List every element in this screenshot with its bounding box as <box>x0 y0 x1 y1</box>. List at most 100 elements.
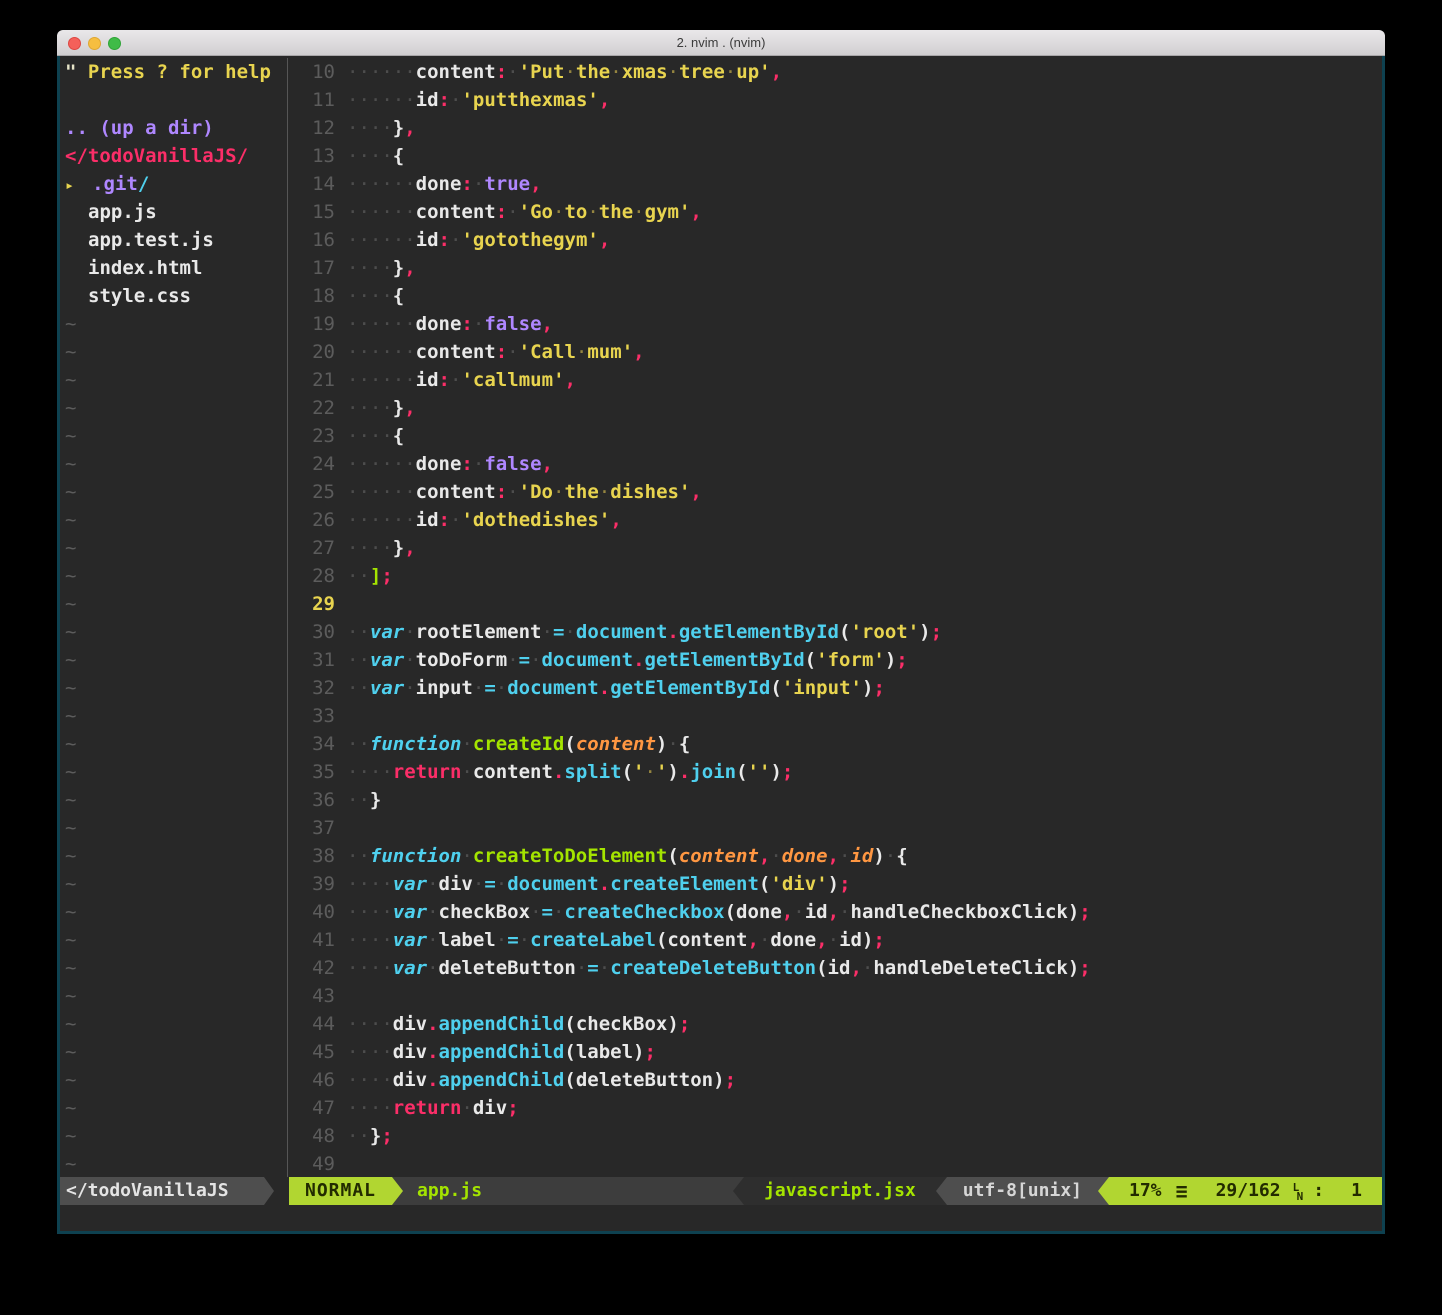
token-p: , <box>633 341 644 363</box>
code-line[interactable]: 19······done:·false, <box>289 310 1382 338</box>
token-id: rootElement <box>416 621 542 643</box>
whitespace-dots: ···· <box>347 873 393 895</box>
code-line[interactable]: 40····var·checkBox·=·createCheckbox(done… <box>289 898 1382 926</box>
whitespace-dots: · <box>427 929 438 951</box>
code-line[interactable]: 16······id:·'gotothegym', <box>289 226 1382 254</box>
tree-root[interactable]: </todoVanillaJS/ <box>60 142 286 170</box>
code-line[interactable]: 11······id:·'putthexmas', <box>289 86 1382 114</box>
code-line[interactable]: 33 <box>289 702 1382 730</box>
token-br: ( <box>770 677 781 699</box>
token-br: ) <box>885 649 896 671</box>
tree-item-file-app.js[interactable]: app.js <box>60 198 286 226</box>
code-line[interactable]: 20······content:·'Call·mum', <box>289 338 1382 366</box>
whitespace-dots: ···· <box>347 1097 393 1119</box>
statusline-nerdtree: </todoVanillaJS <box>60 1177 289 1205</box>
tree-item-file-style.css[interactable]: style.css <box>60 282 286 310</box>
token-id: done <box>416 173 462 195</box>
code-line[interactable]: 21······id:·'callmum', <box>289 366 1382 394</box>
whitespace-dots: · <box>885 845 896 867</box>
whitespace-dots: · <box>473 173 484 195</box>
token-br: ) <box>862 677 873 699</box>
token-p: , <box>542 313 553 335</box>
code-line[interactable]: 15······content:·'Go·to·the·gym', <box>289 198 1382 226</box>
line-number: 33 <box>289 702 335 730</box>
line-number: 22 <box>289 394 335 422</box>
code-line[interactable]: 30··var·rootElement·=·document.getElemen… <box>289 618 1382 646</box>
code-line[interactable]: 32··var·input·=·document.getElementById(… <box>289 674 1382 702</box>
code-line[interactable]: 46····div.appendChild(deleteButton); <box>289 1066 1382 1094</box>
token-p: , <box>599 229 610 251</box>
token-p: , <box>404 117 415 139</box>
code-line[interactable]: 22····}, <box>289 394 1382 422</box>
code-line[interactable]: 45····div.appendChild(label); <box>289 1038 1382 1066</box>
line-content: ······content:·'Put·the·xmas·tree·up', <box>347 58 782 86</box>
code-line[interactable]: 25······content:·'Do·the·dishes', <box>289 478 1382 506</box>
window-split-separator[interactable] <box>286 58 289 1177</box>
code-line[interactable]: 31··var·toDoForm·=·document.getElementBy… <box>289 646 1382 674</box>
code-line[interactable]: 42····var·deleteButton·=·createDeleteBut… <box>289 954 1382 982</box>
line-content: ····var·div·=·document.createElement('di… <box>347 870 851 898</box>
tilde-marker: ~ <box>60 1094 286 1122</box>
token-p: , <box>690 201 701 223</box>
token-op: = <box>519 649 530 671</box>
code-line[interactable]: 38··function·createToDoElement(content,·… <box>289 842 1382 870</box>
window-titlebar[interactable]: 2. nvim . (nvim) <box>57 30 1385 56</box>
code-line[interactable]: 17····}, <box>289 254 1382 282</box>
code-line[interactable]: 36··} <box>289 786 1382 814</box>
code-line[interactable]: 14······done:·true, <box>289 170 1382 198</box>
token-p: . <box>427 1069 438 1091</box>
powerline-separator <box>264 1177 274 1205</box>
tree-item-dir-.git[interactable]: ▸ .git/ <box>60 170 286 198</box>
tilde-marker: ~ <box>60 730 286 758</box>
code-line[interactable]: 12····}, <box>289 114 1382 142</box>
code-buffer[interactable]: 10······content:·'Put·the·xmas·tree·up',… <box>289 58 1382 1177</box>
command-line[interactable] <box>60 1205 1382 1231</box>
token-br: ( <box>564 1069 575 1091</box>
code-line[interactable]: 29 <box>289 590 1382 618</box>
line-number: 40 <box>289 898 335 926</box>
token-br: { <box>393 285 404 307</box>
tilde-marker: ~ <box>60 534 286 562</box>
code-line[interactable]: 39····var·div·=·document.createElement('… <box>289 870 1382 898</box>
token-br: } <box>393 397 404 419</box>
code-line[interactable]: 13····{ <box>289 142 1382 170</box>
code-line[interactable]: 10······content:·'Put·the·xmas·tree·up', <box>289 58 1382 86</box>
tree-item-file-app.test.js[interactable]: app.test.js <box>60 226 286 254</box>
tree-items: ▸ .git/app.jsapp.test.jsindex.htmlstyle.… <box>60 170 286 310</box>
token-br: { <box>393 145 404 167</box>
nerdtree-dir-label: </todoVanillaJS <box>60 1177 264 1205</box>
code-line[interactable]: 26······id:·'dothedishes', <box>289 506 1382 534</box>
token-br: ( <box>564 733 575 755</box>
code-line[interactable]: 18····{ <box>289 282 1382 310</box>
code-line[interactable]: 49 <box>289 1150 1382 1177</box>
code-line[interactable]: 23····{ <box>289 422 1382 450</box>
code-line[interactable]: 43 <box>289 982 1382 1010</box>
tree-item-up-dir[interactable]: .. (up a dir) <box>60 114 286 142</box>
code-line[interactable]: 37 <box>289 814 1382 842</box>
code-line[interactable]: 34··function·createId(content)·{ <box>289 730 1382 758</box>
tree-item-file-index.html[interactable]: index.html <box>60 254 286 282</box>
line-content: ····{ <box>347 282 404 310</box>
collapsed-arrow-icon[interactable]: ▸ <box>65 176 92 194</box>
whitespace-dots: ······ <box>347 453 416 475</box>
filename-segment: app.js <box>403 1177 733 1205</box>
code-line[interactable]: 48··}; <box>289 1122 1382 1150</box>
line-number: 48 <box>289 1122 335 1150</box>
code-line[interactable]: 35····return·content.split('·').join('')… <box>289 758 1382 786</box>
whitespace-dots: ···· <box>347 537 393 559</box>
code-line[interactable]: 47····return·div; <box>289 1094 1382 1122</box>
code-line[interactable]: 28··]; <box>289 562 1382 590</box>
code-line[interactable]: 27····}, <box>289 534 1382 562</box>
code-line[interactable]: 41····var·label·=·createLabel(content,·d… <box>289 926 1382 954</box>
whitespace-dots: ···· <box>347 1013 393 1035</box>
token-call: createLabel <box>530 929 656 951</box>
token-p: , <box>759 845 770 867</box>
whitespace-dots: · <box>473 453 484 475</box>
token-p: . <box>679 761 690 783</box>
code-line[interactable]: 24······done:·false, <box>289 450 1382 478</box>
token-string: 'callmum' <box>461 369 564 391</box>
line-number: 32 <box>289 674 335 702</box>
code-line[interactable]: 44····div.appendChild(checkBox); <box>289 1010 1382 1038</box>
scroll-percent: 17% <box>1129 1177 1162 1205</box>
line-number: 15 <box>289 198 335 226</box>
